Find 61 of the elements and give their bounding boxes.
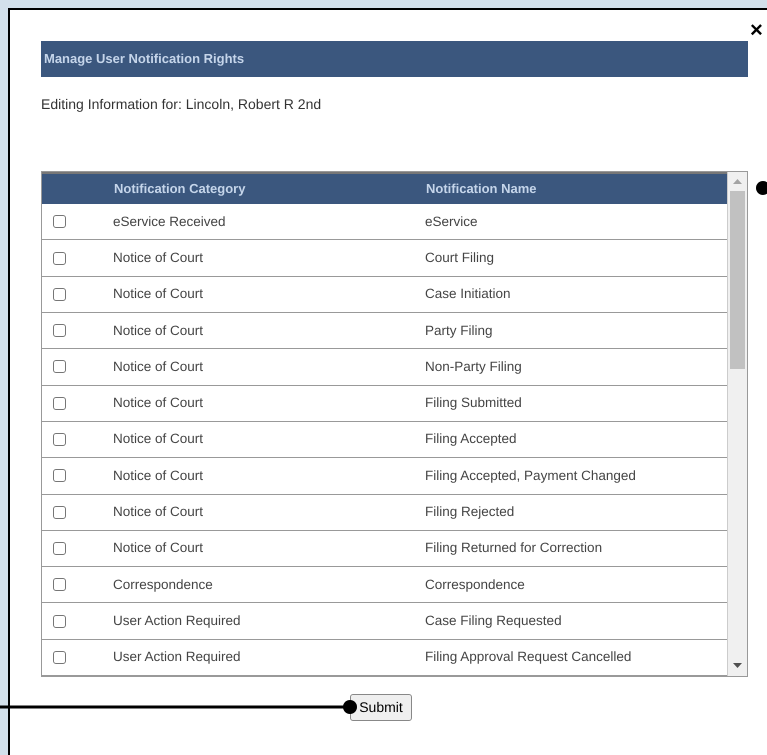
- table-row[interactable]: eService Received eService: [42, 204, 727, 240]
- checkbox[interactable]: [53, 396, 66, 410]
- checkbox[interactable]: [53, 252, 66, 265]
- checkbox[interactable]: [53, 469, 66, 482]
- table-cell-text: Notice of Court: [113, 248, 204, 267]
- table-cell-text: User Action Required: [113, 612, 242, 630]
- table-cell-text: Correspondence: [113, 576, 214, 594]
- checkbox[interactable]: [53, 360, 66, 374]
- scrollbar-thumb[interactable]: [730, 191, 745, 369]
- table-cell-text: Filing Accepted, Payment Changed: [425, 466, 636, 485]
- checkbox[interactable]: [53, 433, 66, 446]
- dialog-title-bar: Manage User Notification Rights: [41, 41, 748, 77]
- table-cell-text: Filing Approval Request Cancelled: [425, 648, 632, 666]
- table-row[interactable]: Notice of Court Court Filing: [42, 240, 727, 277]
- scrollbar[interactable]: [727, 172, 747, 676]
- table-row[interactable]: Correspondence Correspondence: [42, 567, 727, 604]
- table-row[interactable]: Notice of Court Filing Rejected: [42, 494, 727, 531]
- table-cell-text: Notice of Court: [113, 358, 204, 376]
- table-row[interactable]: User Action Required Filing Approval Request Cancelled: [42, 640, 727, 676]
- table-cell-text: User Action Required: [113, 648, 242, 666]
- table-cell-text: Notice of Court: [113, 539, 204, 558]
- checkbox[interactable]: [53, 614, 66, 628]
- table-row[interactable]: Notice of Court Filing Returned for Correction: [42, 530, 727, 568]
- checkbox[interactable]: [53, 542, 66, 555]
- table-cell-text: Filing Accepted: [425, 430, 517, 448]
- table-cell-text: Correspondence: [425, 576, 525, 594]
- table-row[interactable]: Notice of Court Filing Accepted, Payment Changed: [42, 458, 727, 495]
- checkbox[interactable]: [53, 578, 66, 592]
- table-row[interactable]: Notice of Court Party Filing: [42, 313, 727, 350]
- checkbox[interactable]: [53, 215, 66, 228]
- checkbox[interactable]: [53, 650, 66, 664]
- table-cell-text: Notice of Court: [113, 503, 204, 522]
- table-cell-text: Notice of Court: [113, 466, 204, 485]
- checkbox[interactable]: [53, 288, 66, 301]
- table-cell-text: Case Filing Requested: [425, 612, 562, 630]
- table-cell-text: eService Received: [113, 212, 227, 231]
- close-button[interactable]: ×: [750, 19, 763, 41]
- table-cell-text: Notice of Court: [113, 394, 204, 412]
- table-cell-text: Notice of Court: [113, 430, 204, 448]
- column-header[interactable]: Notification Name: [426, 179, 537, 199]
- table-row[interactable]: Notice of Court Case Initiation: [42, 276, 727, 314]
- table-row[interactable]: Notice of Court Non-Party Filing: [42, 349, 727, 386]
- table-cell-text: Notice of Court: [113, 322, 204, 340]
- scroll-down-icon[interactable]: [733, 663, 742, 668]
- table-cell-text: Court Filing: [425, 248, 494, 267]
- table-row[interactable]: Notice of Court Filing Accepted: [42, 422, 727, 458]
- table-cell-text: Filing Rejected: [425, 503, 514, 522]
- submit-button[interactable]: Submit: [350, 694, 412, 721]
- table-cell-text: Notice of Court: [113, 285, 204, 304]
- table-cell-text: Filing Returned for Correction: [425, 539, 602, 558]
- column-header[interactable]: Notification Category: [114, 179, 426, 199]
- editing-info-text: Editing Information for: Lincoln, Robert R 2nd: [41, 95, 322, 114]
- table-cell-text: Filing Submitted: [425, 394, 522, 412]
- table-cell-text: eService: [425, 212, 478, 231]
- table-row[interactable]: Notice of Court Filing Submitted: [42, 386, 727, 422]
- table-cell-text: Non-Party Filing: [425, 358, 522, 376]
- table-cell-text: Case Initiation: [425, 285, 511, 304]
- checkbox[interactable]: [53, 506, 66, 519]
- table-cell-text: Party Filing: [425, 322, 493, 340]
- checkbox[interactable]: [53, 324, 66, 338]
- table-row[interactable]: User Action Required Case Filing Requested: [42, 603, 727, 640]
